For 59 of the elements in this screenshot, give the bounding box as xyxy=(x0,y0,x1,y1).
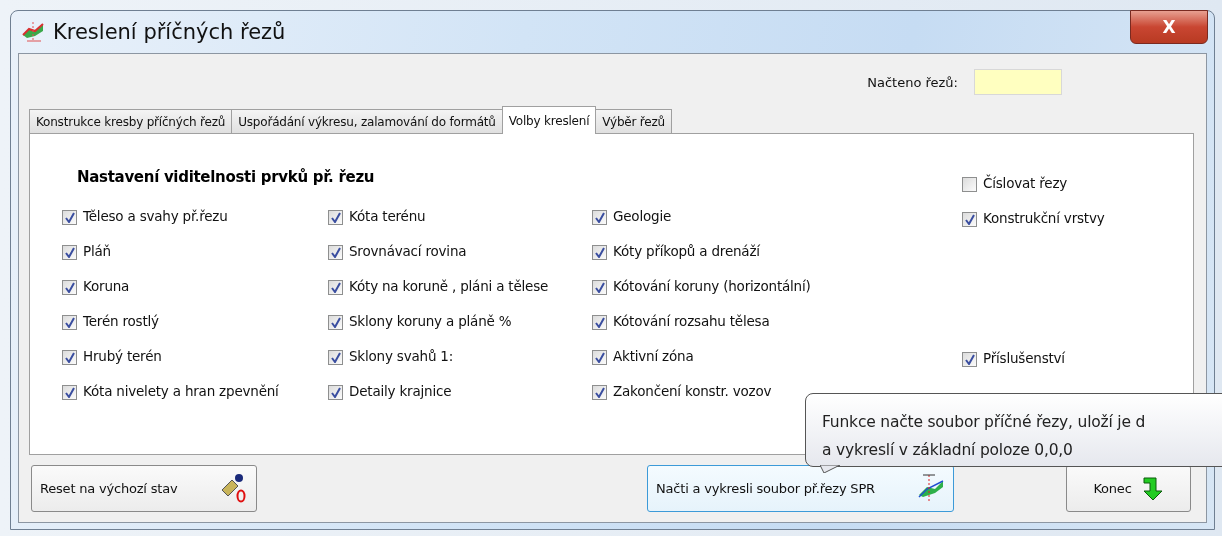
checkbox[interactable] xyxy=(592,315,607,330)
checkbox-label: Kóta nivelety a hran zpevnění xyxy=(83,383,279,399)
checkbox-label: Pláň xyxy=(83,243,111,259)
cross-section-icon xyxy=(917,473,945,503)
checkbox[interactable] xyxy=(328,280,343,295)
checkbox[interactable] xyxy=(62,385,77,400)
checkbox-label: Kóty příkopů a drenáží xyxy=(613,243,760,259)
checkbox-label: Těleso a svahy př.řezu xyxy=(83,208,228,224)
loaded-count-label: Načteno řezů: xyxy=(867,74,958,90)
checkbox-label: Konstrukční vrstvy xyxy=(983,210,1105,226)
checkbox-label: Číslovat řezy xyxy=(983,175,1068,191)
checkbox-label: Kóty na koruně , pláni a tělese xyxy=(349,278,549,294)
checkbox[interactable] xyxy=(592,385,607,400)
checkbox[interactable] xyxy=(962,212,977,227)
checkbox[interactable] xyxy=(62,280,77,295)
checkbox[interactable] xyxy=(328,315,343,330)
checkbox-label: Terén rostlý xyxy=(83,313,159,329)
reset-button[interactable]: Reset na výchozí stav xyxy=(31,464,257,512)
checkbox-label: Zakončení konstr. vozov xyxy=(613,383,772,399)
app-icon xyxy=(21,21,45,43)
checkbox-label: Kótování rozsahu tělesa xyxy=(613,313,770,329)
tooltip-text: a vykreslí v základní poloze 0,0,0 xyxy=(822,440,1074,461)
checkbox-label: Sklony koruny a pláně % xyxy=(349,313,512,329)
checkbox[interactable] xyxy=(592,210,607,225)
checkbox-label: Sklony svahů 1: xyxy=(349,348,454,364)
checkbox[interactable] xyxy=(62,350,77,365)
load-button[interactable]: Načti a vykresli soubor př.řezy SPR xyxy=(647,464,954,512)
checkbox[interactable] xyxy=(62,315,77,330)
checkbox[interactable] xyxy=(962,177,977,192)
checkbox-label: Koruna xyxy=(83,278,130,294)
tab[interactable]: Volby kreslení xyxy=(501,106,597,134)
loaded-count-field[interactable] xyxy=(974,69,1062,95)
checkbox-label: Aktivní zóna xyxy=(613,348,694,364)
checkbox[interactable] xyxy=(62,210,77,225)
checkbox-label: Kótování koruny (horizontální) xyxy=(613,278,811,294)
checkbox[interactable] xyxy=(328,210,343,225)
checkbox-label: Detaily krajnice xyxy=(349,383,452,399)
checkbox-label: Geologie xyxy=(613,208,672,224)
tooltip-text: Funkce načte soubor příčné řezy, uloží je d xyxy=(822,412,1147,433)
checkbox[interactable] xyxy=(328,350,343,365)
checkbox-label: Hrubý terén xyxy=(83,348,162,364)
close-button[interactable]: X xyxy=(1130,10,1208,44)
checkbox[interactable] xyxy=(962,352,977,367)
section-heading: Nastavení viditelnosti prvků př. řezu xyxy=(77,168,376,188)
checkbox[interactable] xyxy=(62,245,77,260)
checkbox[interactable] xyxy=(592,245,607,260)
tab[interactable]: Konstrukce kresby příčných řezů xyxy=(29,109,233,134)
arrow-down-icon xyxy=(1141,475,1164,501)
tab[interactable]: Výběr řezů xyxy=(595,109,673,134)
checkbox[interactable] xyxy=(592,350,607,365)
checkbox[interactable] xyxy=(592,280,607,295)
tab[interactable]: Uspořádání výkresu, zalamování do formátů xyxy=(231,109,503,134)
window-title: Kreslení příčných řezů xyxy=(53,20,286,44)
checkbox-label: Příslušenství xyxy=(983,350,1065,366)
checkbox-label: Kóta terénu xyxy=(349,208,426,224)
exit-button[interactable]: Konec xyxy=(1066,464,1191,512)
checkbox-label: Srovnávací rovina xyxy=(349,243,467,259)
checkbox[interactable] xyxy=(328,385,343,400)
checkbox[interactable] xyxy=(328,245,343,260)
